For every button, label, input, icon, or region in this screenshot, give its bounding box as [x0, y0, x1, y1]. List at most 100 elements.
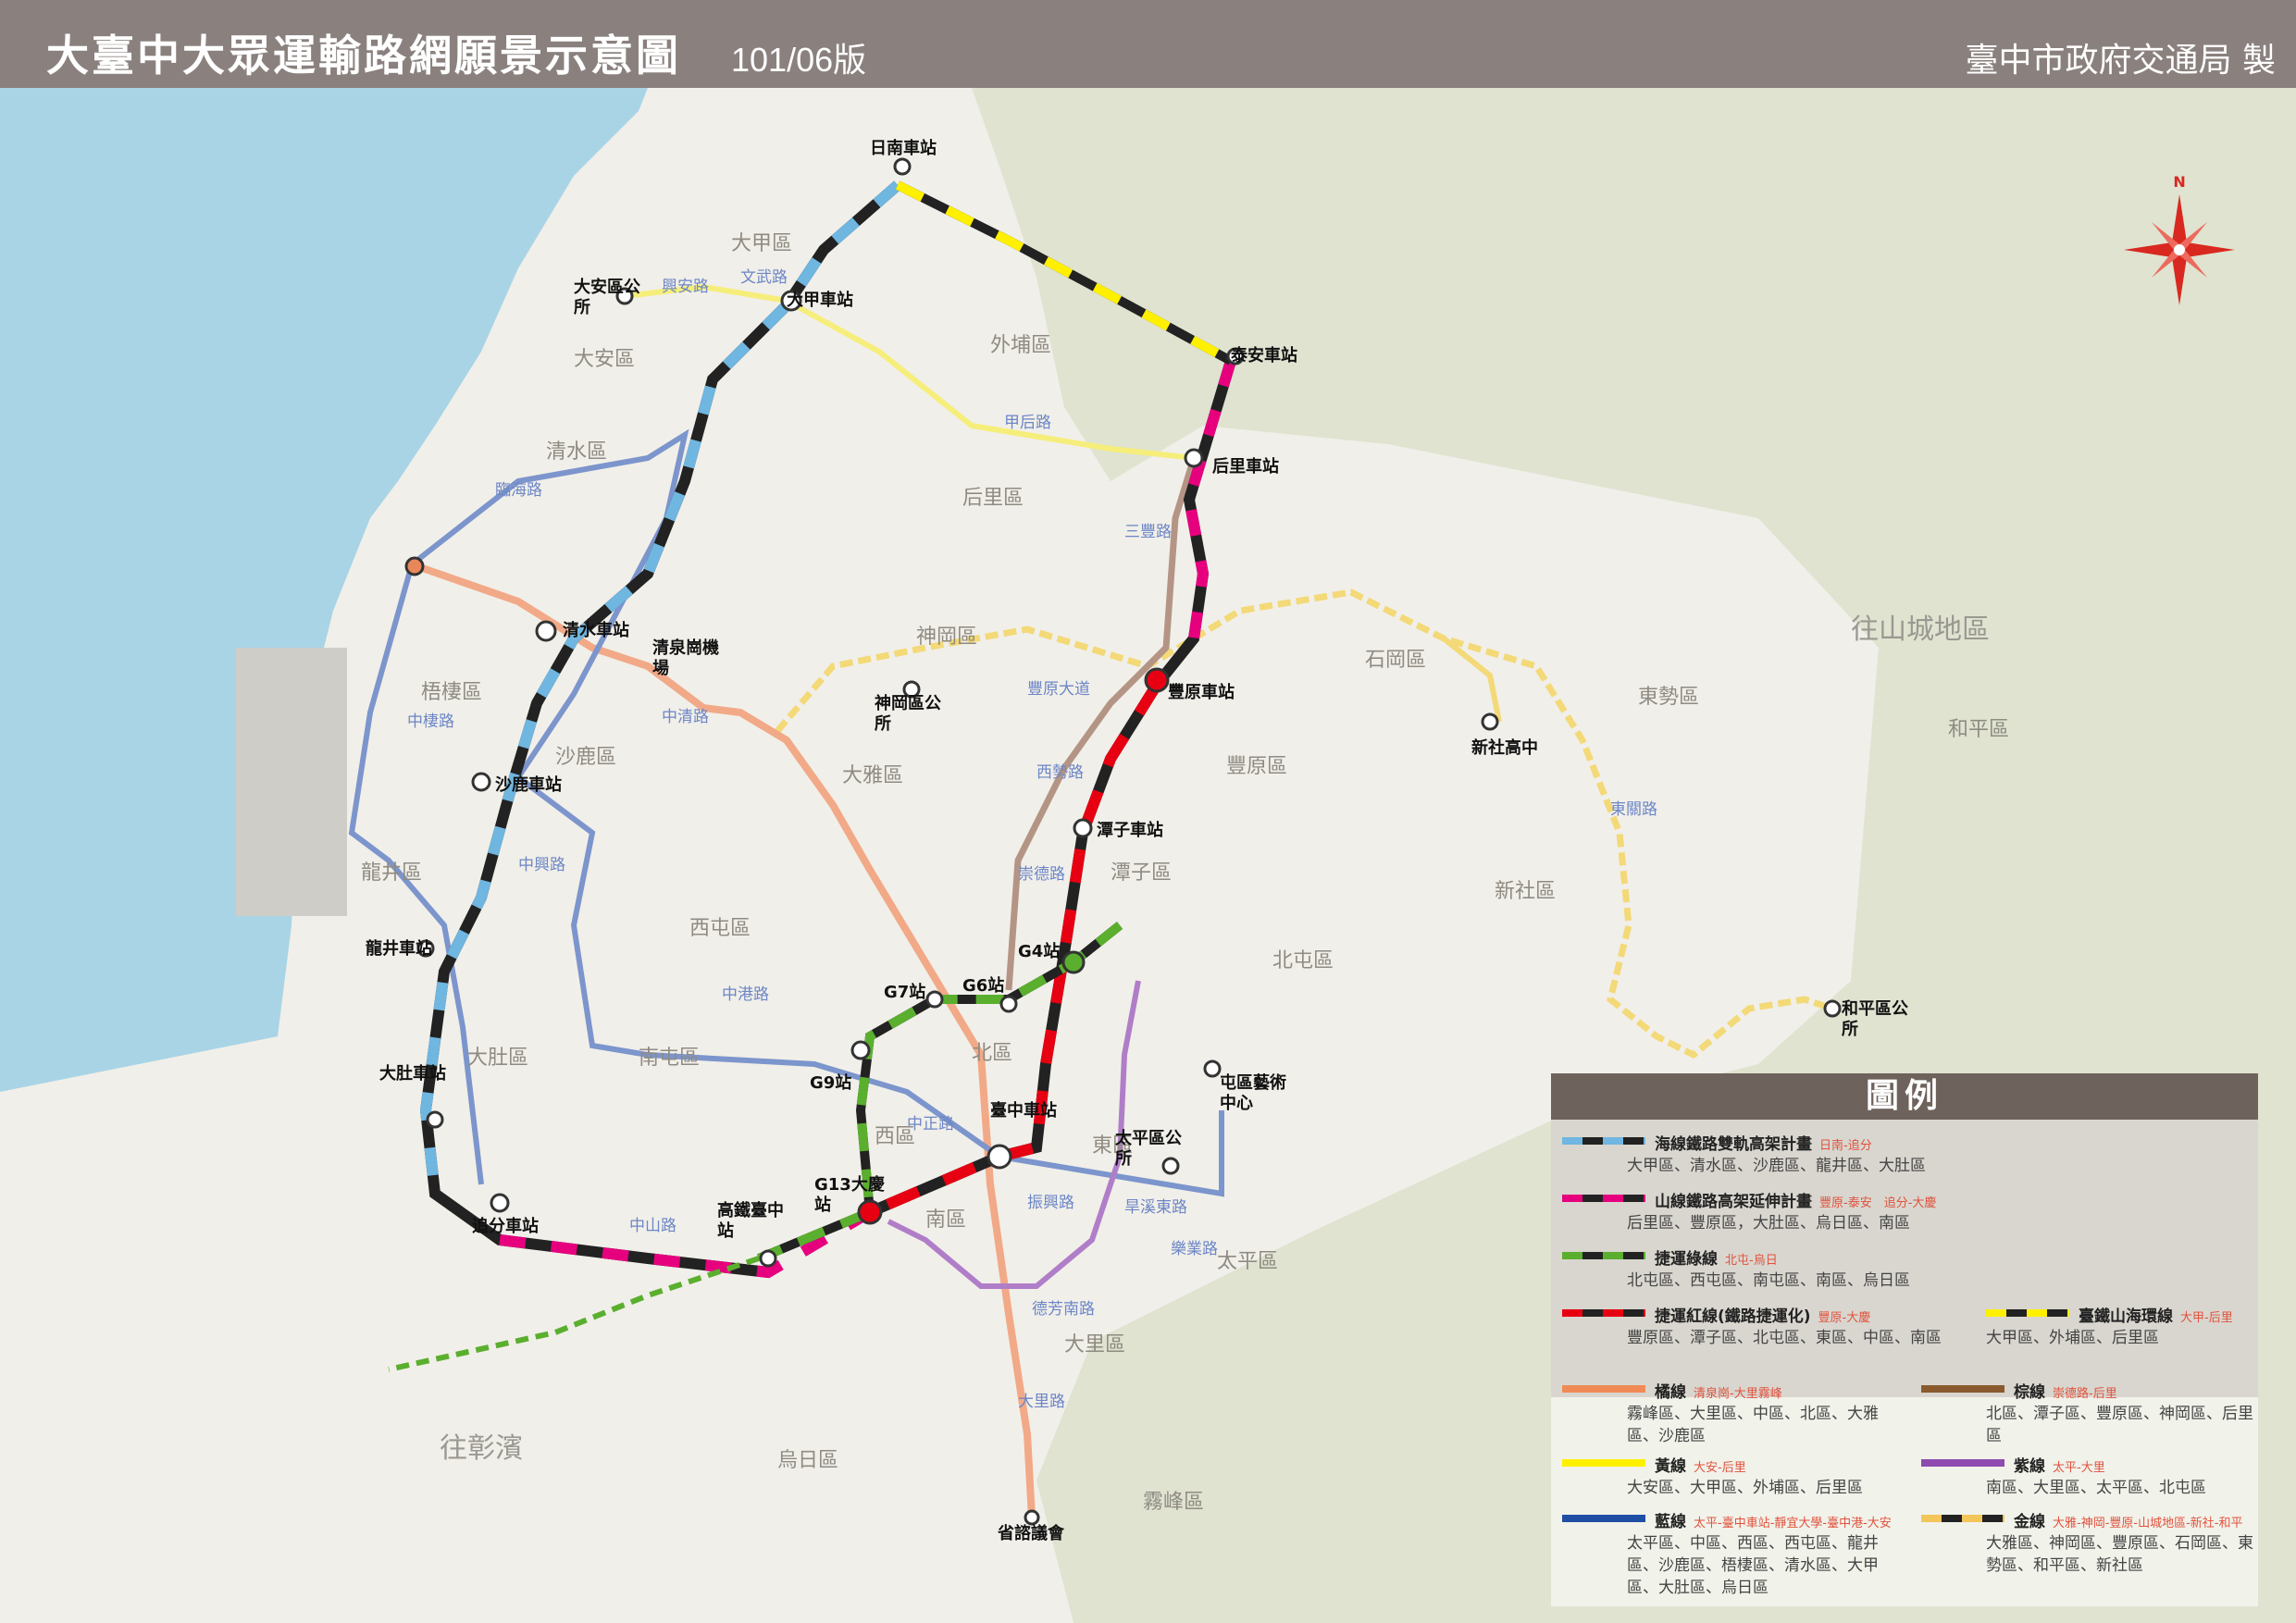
road-label: 中棲路: [407, 712, 454, 731]
district-label: 烏日區: [777, 1449, 839, 1472]
legend-line-name: 捷運綠線 北屯-烏日: [1655, 1250, 1778, 1269]
map-version: 101/06版: [731, 41, 867, 79]
district-label: 和平區: [1948, 718, 2010, 741]
district-label: 清水區: [546, 440, 608, 464]
district-label: 東勢區: [1638, 686, 1700, 709]
road-label: 三豐路: [1124, 523, 1172, 541]
legend-line-name: 藍線 太平-臺中車站-靜宜大學-臺中港-大安: [1655, 1513, 1892, 1531]
legend-line-name: 臺鐵山海環線 大甲-后里: [2079, 1307, 2233, 1326]
compass-north-label: N: [2173, 173, 2185, 191]
district-label: 沙鹿區: [555, 746, 617, 769]
road-label: 中清路: [662, 708, 709, 726]
road-label: 旱溪東路: [1124, 1198, 1187, 1217]
station-label: 清泉崗機場: [652, 638, 719, 678]
legend-swatch: [1562, 1252, 1645, 1259]
legend-swatch: [1562, 1195, 1645, 1202]
station-label: 追分車站: [472, 1217, 539, 1236]
district-label: 豐原區: [1226, 755, 1288, 778]
district-label: 大安區: [574, 348, 636, 371]
district-label: 大甲區: [731, 232, 793, 255]
district-label: 南屯區: [639, 1047, 701, 1070]
station-label: 泰安車站: [1231, 346, 1297, 365]
legend-districts: 大甲區、清水區、沙鹿區、龍井區、大肚區: [1627, 1157, 1926, 1175]
legend-districts: 北屯區、西屯區、南屯區、南區、烏日區: [1627, 1271, 1910, 1290]
legend-swatch: [1562, 1137, 1645, 1145]
legend-route: 大甲-后里: [2180, 1311, 2233, 1325]
legend-route: 北屯-烏日: [1725, 1254, 1778, 1268]
legend-swatch: [1562, 1515, 1645, 1522]
station-label: 大安區公所: [574, 278, 640, 317]
district-label: 太平區: [1217, 1250, 1279, 1273]
road-label: 興安路: [662, 278, 709, 296]
district-label: 大里區: [1064, 1333, 1126, 1357]
district-label: 梧棲區: [421, 681, 483, 704]
district-label: 潭子區: [1111, 861, 1173, 885]
legend-districts: 大安區、大甲區、外埔區、后里區: [1627, 1479, 1863, 1497]
district-label: 外埔區: [990, 334, 1052, 357]
station-label: G9站: [810, 1073, 852, 1093]
station-label: G4站: [1018, 942, 1061, 961]
legend-districts: 霧峰區、大里區、中區、北區、大雅區、沙鹿區: [1627, 1405, 1879, 1445]
legend-districts: 大甲區、外埔區、后里區: [1986, 1329, 2159, 1347]
district-label: 北屯區: [1272, 949, 1334, 973]
road-label: 中興路: [518, 856, 565, 874]
map-page: 大臺中大眾運輸路網願景示意圖 101/06版 臺中市政府交通局 製 N 大甲區 …: [0, 0, 2296, 1623]
station-label: 豐原車站: [1168, 683, 1235, 702]
legend-districts: 后里區、豐原區，大肚區、烏日區、南區: [1627, 1214, 1910, 1233]
legend-route: 清泉崗-大里霧峰: [1694, 1387, 1782, 1401]
station-label: 清水車站: [563, 621, 629, 640]
station-label: 臺中車站: [990, 1101, 1057, 1121]
legend-heading: 圖例: [1551, 1073, 2258, 1120]
road-label: 德芳南路: [1032, 1300, 1095, 1319]
legend-districts: 大雅區、神岡區、豐原區、石岡區、東勢區、和平區、新社區: [1986, 1534, 2253, 1575]
district-label: 石岡區: [1365, 649, 1427, 672]
district-label: 神岡區: [916, 626, 978, 649]
legend-route: 大雅-神岡-豐原-山城地區-新社-和平: [2053, 1517, 2243, 1530]
title-bar: 大臺中大眾運輸路網願景示意圖 101/06版 臺中市政府交通局 製: [0, 0, 2296, 88]
map-publisher: 臺中市政府交通局 製: [1965, 42, 2276, 80]
station-label: G6站: [962, 976, 1005, 996]
station-label: 日南車站: [870, 139, 937, 158]
legend-districts: 北區、潭子區、豐原區、神岡區、后里區: [1986, 1405, 2253, 1445]
legend-swatch: [1986, 1309, 2069, 1317]
station-label: 新社高中: [1471, 738, 1538, 758]
legend-route: 太平-大里: [2053, 1461, 2105, 1475]
station-label: G13大慶站: [814, 1175, 885, 1215]
taichung-port: [236, 648, 347, 916]
station-label: 神岡區公所: [875, 694, 941, 734]
station-label: 沙鹿車站: [495, 775, 562, 795]
district-label: 北區: [972, 1042, 1013, 1065]
road-label: 大里路: [1018, 1393, 1065, 1411]
legend-line-name: 海線鐵路雙軌高架計畫 日南-追分: [1655, 1135, 1872, 1154]
station-label: 大甲車站: [787, 291, 853, 310]
road-label: 臨海路: [495, 481, 542, 500]
legend-route: 大安-后里: [1694, 1461, 1746, 1475]
legend-districts: 太平區、中區、西區、西屯區、龍井區、沙鹿區、梧棲區、清水區、大甲區、大肚區、烏日…: [1627, 1534, 1879, 1597]
district-label: 霧峰區: [1143, 1491, 1205, 1514]
district-label: 西屯區: [689, 917, 751, 940]
legend-route: 崇德路-后里: [2053, 1387, 2117, 1401]
legend-swatch: [1921, 1385, 2004, 1393]
road-label: 樂業路: [1171, 1240, 1218, 1258]
station-label: 和平區公所: [1842, 999, 1908, 1039]
legend-line-name: 捷運紅線(鐵路捷運化) 豐原-大慶: [1655, 1307, 1871, 1326]
legend-panel: 圖例 海線鐵路雙軌高架計畫 日南-追分 大甲區、清水區、沙鹿區、龍井區、大肚區 山線鐵…: [1551, 1073, 2258, 1606]
road-label: 文武路: [740, 268, 788, 287]
station-label: 大肚車站: [379, 1064, 446, 1084]
road-label: 中山路: [629, 1217, 676, 1235]
road-label: 東關路: [1610, 800, 1657, 819]
road-label: 豐原大道: [1027, 680, 1090, 699]
legend-swatch: [1562, 1459, 1645, 1467]
legend-swatch: [1562, 1309, 1645, 1317]
station-label: 太平區公所: [1115, 1129, 1182, 1169]
legend-districts: 南區、大里區、太平區、北屯區: [1986, 1479, 2206, 1497]
legend-swatch: [1921, 1515, 2004, 1522]
station-label: 高鐵臺中站: [717, 1201, 784, 1241]
legend-route: 豐原-大慶: [1818, 1311, 1871, 1325]
district-label: 往山城地區: [1851, 613, 1990, 646]
legend-route: 太平-臺中車站-靜宜大學-臺中港-大安: [1694, 1517, 1892, 1530]
district-label: 往彰濱: [440, 1432, 523, 1465]
legend-swatch: [1921, 1459, 2004, 1467]
district-label: 新社區: [1495, 880, 1557, 903]
district-label: 南區: [925, 1208, 967, 1232]
